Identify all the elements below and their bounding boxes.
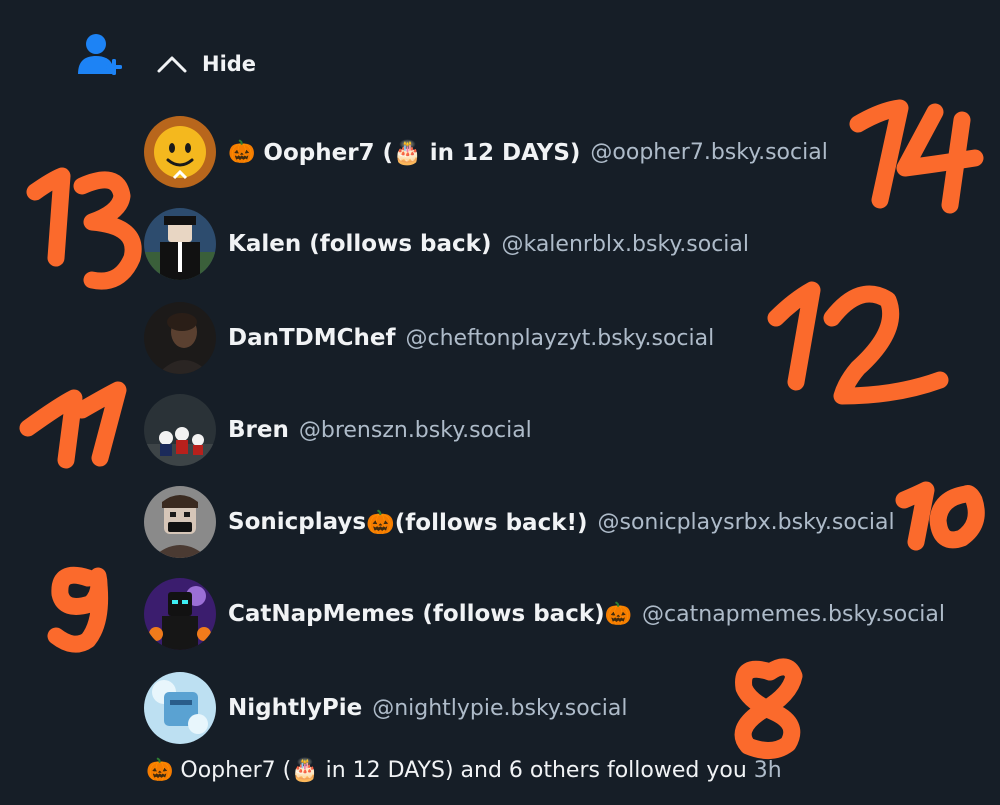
annotation-10 [895,481,985,551]
annotation-8 [734,658,803,759]
hide-label: Hide [202,52,257,76]
summary-text: 🎃 Oopher7 (🎂 in 12 DAYS) and 6 others fo… [146,758,747,783]
annotation-14 [849,99,984,214]
person-plus-icon [78,34,122,75]
name-suffix-emoji: 🎃 [604,601,633,627]
avatar[interactable] [144,394,216,466]
avatar[interactable] [144,302,216,374]
display-name[interactable]: Sonicplays [228,509,366,535]
avatar[interactable] [144,486,216,558]
handle[interactable]: @kalenrblx.bsky.social [501,232,749,257]
avatar[interactable] [144,672,216,744]
annotation-11 [19,381,127,469]
handle[interactable]: @nightlypie.bsky.social [372,696,627,721]
follower-row[interactable]: CatNapMemes (follows back) 🎃 @catnapmeme… [144,578,945,650]
name-prefix-emoji: 🎃 [228,139,256,165]
display-name[interactable]: Oopher7 (🎂 in 12 DAYS) [263,139,580,166]
display-name[interactable]: DanTDMChef [228,325,396,351]
display-name[interactable]: CatNapMemes (follows back) [228,601,605,627]
handle[interactable]: @catnapmemes.bsky.social [642,602,945,627]
follower-row[interactable]: Kalen (follows back) @kalenrblx.bsky.soc… [144,208,749,280]
notification-summary[interactable]: 🎃 Oopher7 (🎂 in 12 DAYS) and 6 others fo… [146,758,782,783]
avatar[interactable] [144,208,216,280]
annotation-12 [767,281,949,405]
follower-row[interactable]: NightlyPie @nightlypie.bsky.social [144,672,628,744]
follower-row[interactable]: Bren @brenszn.bsky.social [144,394,532,466]
handle[interactable]: @cheftonplayzyt.bsky.social [406,326,715,351]
display-name[interactable]: Bren [228,417,289,443]
annotation-13 [26,167,142,290]
handle[interactable]: @oopher7.bsky.social [590,140,827,165]
display-name[interactable]: Kalen (follows back) [228,231,491,257]
hide-toggle-button[interactable]: Hide [156,48,256,80]
follower-row[interactable]: 🎃 Oopher7 (🎂 in 12 DAYS) @oopher7.bsky.s… [144,116,828,188]
avatar[interactable] [144,578,216,650]
annotation-9 [47,566,109,653]
display-name[interactable]: NightlyPie [228,695,362,721]
handle[interactable]: @sonicplaysrbx.bsky.social [598,510,895,535]
timestamp: 3h [753,758,782,783]
follower-row[interactable]: Sonicplays 🎃(follows back!) @sonicplaysr… [144,486,895,558]
name-suffix: 🎃(follows back!) [366,509,588,536]
chevron-up-icon [157,56,187,73]
follow-notification[interactable]: Hide 🎃 Oopher7 (🎂 in 12 DAYS) @oopher7.b… [0,0,1000,805]
handle[interactable]: @brenszn.bsky.social [299,418,532,443]
follower-row[interactable]: DanTDMChef @cheftonplayzyt.bsky.social [144,302,714,374]
avatar[interactable] [144,116,216,188]
